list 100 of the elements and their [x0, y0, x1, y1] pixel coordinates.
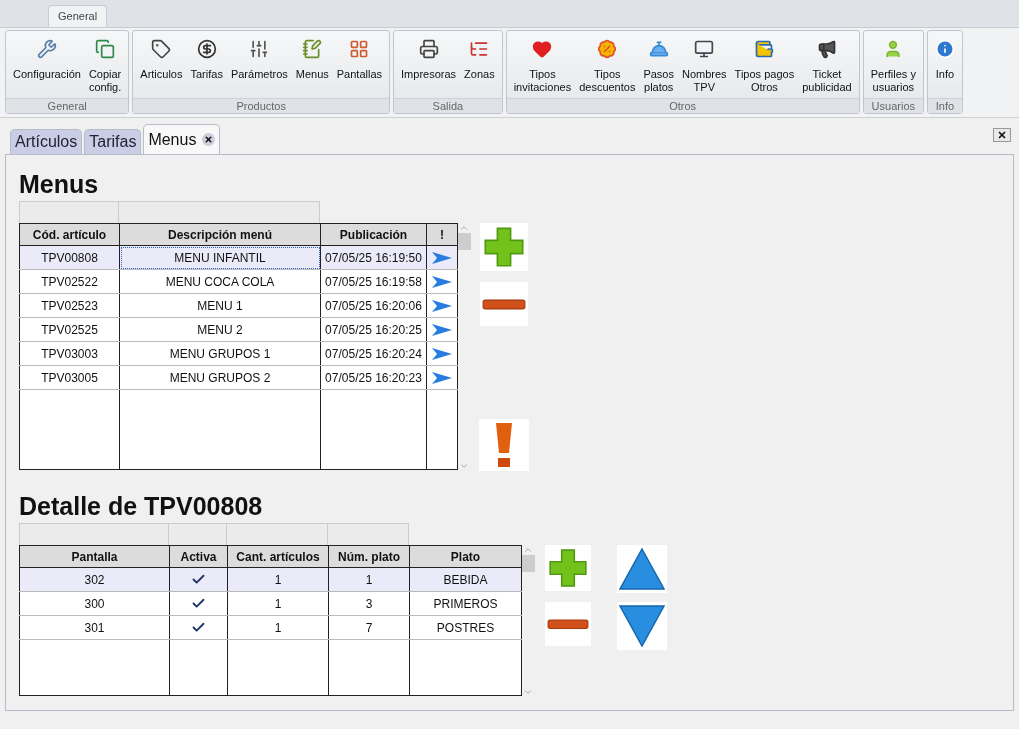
column-header[interactable]: Publicación: [320, 223, 427, 246]
column-header[interactable]: Activa: [169, 545, 228, 568]
dollar-icon: [196, 39, 217, 59]
screen-cell: 302: [84, 572, 105, 587]
column-header[interactable]: Núm. plato: [328, 545, 410, 568]
monitor-icon: [694, 39, 715, 59]
code-cell: TPV02523: [41, 298, 98, 313]
send-arrow-icon[interactable]: [431, 274, 453, 289]
info-icon: [934, 39, 955, 59]
up-triangle-icon[interactable]: [618, 547, 666, 591]
ribbon-button[interactable]: Info: [930, 31, 959, 98]
ribbon-button[interactable]: Tipos invitaciones: [509, 31, 576, 98]
heart-icon: [532, 39, 553, 59]
description-cell: MENU 2: [197, 322, 243, 337]
description-cell: MENU COCA COLA: [165, 274, 275, 289]
ribbon-button[interactable]: Tipos pagos Otros: [730, 31, 799, 98]
description-cell: MENU GRUPOS 1: [169, 346, 271, 361]
percent-badge-icon: [597, 39, 618, 59]
column-header[interactable]: Cód. artículo: [19, 223, 120, 246]
close-button[interactable]: [993, 128, 1011, 142]
ribbon-button[interactable]: Parámetros: [226, 31, 292, 98]
code-cell: TPV03005: [41, 370, 98, 385]
table-row[interactable]: TPV03005 MENU GRUPOS 2 07/05/25 16:20:23: [19, 365, 458, 390]
ribbon-button[interactable]: Ticket publicidad: [798, 31, 856, 98]
course-cell: BEBIDA: [443, 572, 488, 587]
ribbon-button[interactable]: Perfiles y usuarios: [866, 31, 920, 98]
send-arrow-icon[interactable]: [431, 298, 453, 313]
table-row[interactable]: 301 1 7 POSTRES: [19, 615, 522, 640]
column-header[interactable]: Descripción menú: [119, 223, 321, 246]
copy-icon: [95, 39, 116, 59]
date-cell: 07/05/25 16:19:50: [325, 250, 422, 265]
code-cell: TPV03003: [41, 346, 98, 361]
group-label: Info: [927, 98, 962, 113]
wallet-icon: [754, 39, 775, 59]
group-label: General: [6, 98, 129, 113]
ribbon-button[interactable]: Configuración: [9, 31, 85, 98]
close-icon[interactable]: [202, 133, 216, 146]
table-row[interactable]: TPV00808 MENU INFANTIL 07/05/25 16:19:50: [19, 245, 458, 270]
date-cell: 07/05/25 16:20:24: [325, 346, 422, 361]
screen-cell: 301: [84, 620, 105, 635]
group-label: Otros: [506, 98, 859, 113]
send-arrow-icon[interactable]: [431, 370, 453, 385]
document-tab[interactable]: Tarifas: [84, 129, 142, 154]
ribbon-button[interactable]: Pantallas: [332, 31, 387, 98]
column-header[interactable]: Pantalla: [19, 545, 170, 568]
table-row[interactable]: TPV02525 MENU 2 07/05/25 16:20:25: [19, 317, 458, 342]
group-label: Productos: [133, 98, 390, 113]
section-title: Detalle de TPV00808: [19, 491, 264, 521]
column-header[interactable]: Plato: [409, 545, 522, 568]
add-icon[interactable]: [547, 547, 589, 589]
column-header[interactable]: Cant. artículos: [227, 545, 329, 568]
ribbon-button[interactable]: Tarifas: [186, 31, 227, 98]
remove-icon[interactable]: [482, 298, 526, 310]
table-row[interactable]: 300 1 3 PRIMEROS: [19, 591, 522, 616]
scrollbar[interactable]: [521, 545, 535, 697]
date-cell: 07/05/25 16:19:58: [325, 274, 422, 289]
code-cell: TPV02522: [41, 274, 98, 289]
table-row[interactable]: TPV03003 MENU GRUPOS 1 07/05/25 16:20:24: [19, 341, 458, 366]
ribbon-button[interactable]: Zonas: [460, 31, 499, 98]
ribbon-button[interactable]: Pasos platos: [639, 31, 678, 98]
send-arrow-icon[interactable]: [431, 322, 453, 337]
date-cell: 07/05/25 16:20:23: [325, 370, 422, 385]
exclamation-icon[interactable]: [494, 421, 514, 469]
ribbon-button[interactable]: Tipos descuentos: [575, 31, 640, 98]
group-label: Salida: [394, 98, 502, 113]
code-cell: TPV02525: [41, 322, 98, 337]
ribbon-button[interactable]: Copiar config.: [84, 31, 126, 98]
description-cell: MENU GRUPOS 2: [169, 370, 271, 385]
ribbon-button[interactable]: Menus: [291, 31, 333, 98]
add-icon[interactable]: [482, 225, 526, 269]
column-header[interactable]: !: [426, 223, 458, 246]
send-arrow-icon[interactable]: [431, 346, 453, 361]
tag-icon: [151, 39, 172, 59]
printer-icon: [418, 39, 439, 59]
remove-icon[interactable]: [547, 618, 589, 630]
screen-cell: 300: [84, 596, 105, 611]
date-cell: 07/05/25 16:20:06: [325, 298, 422, 313]
table-row[interactable]: TPV02522 MENU COCA COLA 07/05/25 16:19:58: [19, 269, 458, 294]
count-cell: 1: [274, 620, 282, 635]
ribbon-button[interactable]: Articulos: [136, 31, 187, 98]
section-title: Menus: [19, 169, 100, 199]
scrollbar[interactable]: [457, 223, 471, 471]
notebook-icon: [302, 39, 323, 59]
document-tab[interactable]: Artículos: [10, 129, 83, 154]
date-cell: 07/05/25 16:20:25: [325, 322, 422, 337]
count-cell: 1: [274, 596, 282, 611]
table-row[interactable]: 302 1 1 BEBIDA: [19, 567, 522, 592]
grid-icon: [349, 39, 370, 59]
tab-label: Tarifas: [89, 132, 137, 152]
description-cell: MENU 1: [197, 298, 243, 313]
ribbon-tab[interactable]: General: [48, 5, 108, 27]
document-tab[interactable]: Menus: [143, 124, 221, 154]
tools-icon: [36, 39, 57, 59]
number-cell: 1: [365, 572, 373, 587]
close-icon: [997, 130, 1007, 140]
ribbon-button[interactable]: Nombres TPV: [678, 31, 731, 98]
table-row[interactable]: TPV02523 MENU 1 07/05/25 16:20:06: [19, 293, 458, 318]
ribbon-button[interactable]: Impresoras: [397, 31, 461, 98]
down-triangle-icon[interactable]: [618, 604, 666, 648]
course-cell: PRIMEROS: [433, 596, 498, 611]
